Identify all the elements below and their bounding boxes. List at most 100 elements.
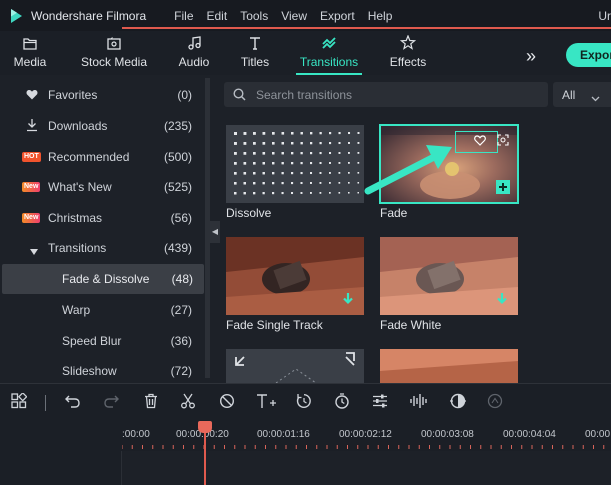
dissolve-dot — [253, 152, 256, 155]
sidebar-item-label: Transitions — [48, 241, 107, 255]
tab-titles[interactable]: Titles — [238, 31, 272, 75]
dissolve-dot — [253, 132, 256, 135]
heart-icon — [26, 89, 38, 103]
dissolve-dot — [338, 142, 341, 145]
menu-file[interactable]: File — [174, 9, 193, 23]
transition-card-fade-single-track[interactable]: Fade Single Track — [226, 237, 364, 332]
menu-tools[interactable]: Tools — [240, 9, 268, 23]
dissolve-dot — [357, 182, 360, 184]
collapse-panel-button[interactable]: ◀ — [210, 221, 220, 243]
dissolve-dot — [272, 142, 275, 145]
dissolve-dot — [243, 162, 247, 165]
dissolve-dot — [319, 152, 322, 155]
ruler-ticks — [122, 445, 605, 449]
tab-transitions[interactable]: Transitions — [296, 31, 362, 75]
delete-icon[interactable] — [143, 393, 159, 412]
download-arrow-icon[interactable] — [496, 292, 508, 309]
menu-help[interactable]: Help — [368, 9, 393, 23]
dissolve-dot — [243, 192, 246, 195]
dissolve-dot — [262, 152, 266, 155]
sidebar-item-label: Christmas — [48, 211, 103, 225]
timer-icon[interactable] — [334, 393, 350, 412]
sidebar-item-speed-blur[interactable]: Speed Blur (36) — [0, 326, 205, 356]
dissolve-dot — [300, 142, 303, 145]
filter-dropdown[interactable]: All — [553, 82, 611, 107]
playhead-handle[interactable] — [198, 421, 212, 433]
transition-card[interactable] — [380, 349, 518, 383]
dissolve-dot — [272, 182, 275, 185]
dissolve-dot — [234, 152, 237, 155]
dissolve-dot — [357, 132, 360, 134]
sidebar-item-recommended[interactable]: HOT Recommended (500) — [0, 142, 205, 172]
fade-white-thumbnail — [380, 237, 518, 315]
transition-card[interactable] — [226, 349, 364, 383]
download-arrow-icon[interactable] — [342, 292, 354, 309]
speed-icon[interactable] — [487, 393, 503, 412]
add-transition-button[interactable] — [496, 180, 510, 194]
ruler-label: 00:00:03:08 — [421, 429, 474, 440]
sidebar-item-slideshow[interactable]: Slideshow (72) — [0, 356, 205, 383]
dissolve-dot — [234, 132, 237, 135]
dissolve-dot — [272, 192, 275, 195]
sidebar-item-label: Warp — [62, 303, 91, 317]
dissolve-dot — [253, 142, 256, 145]
transition-card-dissolve[interactable]: Dissolve — [226, 125, 364, 220]
ruler-label: :00:00 — [122, 429, 150, 440]
preview-zoom-icon[interactable] — [497, 134, 509, 149]
dissolve-dot — [243, 132, 247, 135]
sidebar-item-transitions[interactable]: Transitions (439) — [0, 233, 205, 263]
sidebar-item-warp[interactable]: Warp (27) — [0, 295, 205, 325]
sidebar-item-favorites[interactable]: Favorites (0) — [0, 80, 205, 110]
disable-icon[interactable] — [219, 393, 235, 412]
double-chevron-right-icon[interactable]: » — [526, 46, 536, 67]
layout-grid-icon[interactable] — [11, 391, 28, 412]
cut-icon[interactable] — [180, 393, 196, 412]
sidebar-item-christmas[interactable]: New Christmas (56) — [0, 203, 205, 233]
dissolve-dot — [243, 172, 247, 175]
menu-right-text[interactable]: Ur — [598, 9, 611, 23]
tab-audio[interactable]: Audio — [176, 31, 212, 75]
card-label: Fade White — [380, 318, 442, 332]
search-input[interactable] — [256, 86, 536, 103]
dissolve-dot — [329, 182, 331, 184]
dissolve-dot — [253, 172, 256, 175]
sidebar-item-whats-new[interactable]: New What's New (525) — [0, 172, 205, 202]
sidebar-item-fade-dissolve[interactable]: Fade & Dissolve (48) — [2, 264, 204, 294]
dissolve-dot — [234, 192, 237, 195]
undo-icon[interactable] — [65, 393, 81, 412]
sidebar-item-downloads[interactable]: Downloads (235) — [0, 111, 205, 141]
tab-effects[interactable]: Effects — [389, 31, 427, 75]
tab-effects-label: Effects — [389, 55, 427, 69]
dissolve-dot — [348, 162, 350, 164]
dissolve-dot — [329, 192, 331, 194]
dissolve-dot — [281, 152, 284, 155]
dissolve-dot — [348, 182, 350, 184]
dissolve-dot — [281, 192, 284, 195]
playhead-line[interactable] — [204, 428, 206, 485]
dissolve-dot — [348, 132, 351, 135]
dissolve-dot — [253, 192, 256, 195]
dissolve-dot — [348, 192, 350, 194]
color-match-icon[interactable] — [449, 393, 467, 412]
adjust-icon[interactable] — [372, 393, 388, 412]
tab-media-label: Media — [13, 55, 47, 69]
caret-down-icon — [30, 244, 38, 258]
dissolve-dot — [300, 162, 303, 165]
transition-card-fade-white[interactable]: Fade White — [380, 237, 518, 332]
rotate-icon[interactable] — [296, 393, 312, 412]
add-text-icon[interactable] — [256, 393, 276, 412]
new-badge: New — [22, 213, 41, 223]
dissolve-dot — [291, 192, 294, 195]
audio-waveform-icon[interactable] — [410, 393, 428, 412]
tab-stock-media[interactable]: Stock Media — [80, 31, 148, 75]
dissolve-dot — [234, 162, 237, 165]
dissolve-dot — [338, 162, 341, 164]
menu-view[interactable]: View — [281, 9, 307, 23]
favorite-heart-icon[interactable] — [474, 135, 486, 149]
menu-edit[interactable]: Edit — [207, 9, 228, 23]
tab-media[interactable]: Media — [10, 31, 50, 75]
menu-export[interactable]: Export — [320, 9, 355, 23]
dissolve-dot — [329, 132, 332, 135]
redo-icon[interactable] — [103, 393, 119, 412]
export-button[interactable]: Expor — [566, 43, 611, 67]
